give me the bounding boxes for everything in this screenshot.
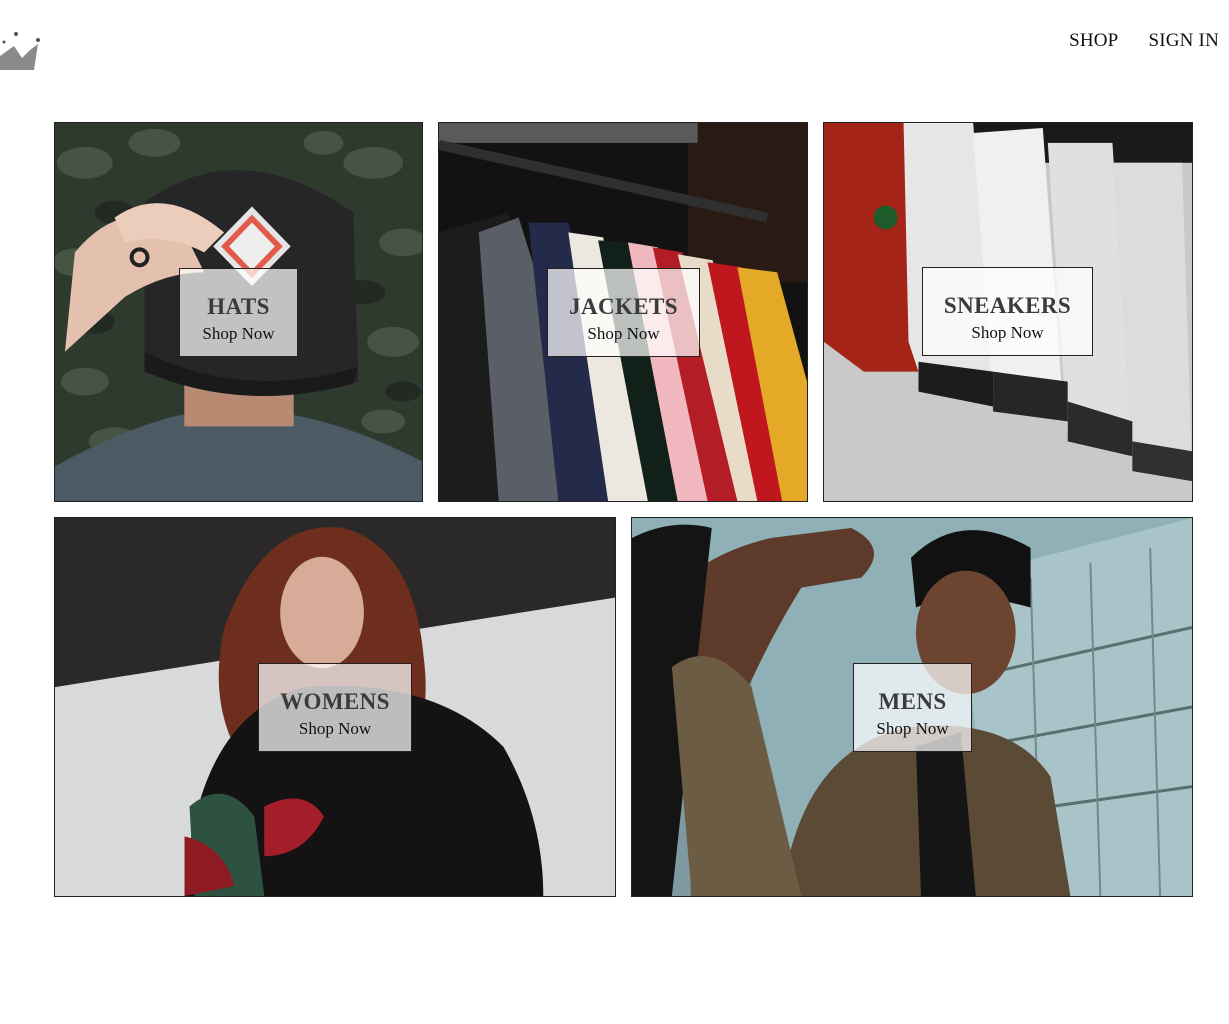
jackets-title: JACKETS (569, 294, 678, 319)
hats-shop-now[interactable]: Shop Now (180, 322, 297, 346)
nav-shop-link[interactable]: SHOP (1069, 30, 1118, 52)
mens-shop-now[interactable]: Shop Now (854, 717, 971, 741)
sneakers-label-box[interactable]: SNEAKERS Shop Now (922, 267, 1093, 356)
main-nav: SHOP SIGN IN (1069, 30, 1219, 52)
hats-title: HATS (207, 294, 270, 319)
jackets-label-box[interactable]: JACKETS Shop Now (547, 268, 700, 357)
mens-title: MENS (878, 689, 947, 714)
womens-shop-now[interactable]: Shop Now (259, 717, 411, 741)
category-tile-sneakers[interactable]: SNEAKERS Shop Now (823, 122, 1193, 502)
crown-icon[interactable] (0, 28, 44, 74)
mens-label-box[interactable]: MENS Shop Now (853, 663, 972, 752)
sneakers-shop-now[interactable]: Shop Now (923, 321, 1092, 345)
hats-label-box[interactable]: HATS Shop Now (179, 268, 298, 357)
header: SHOP SIGN IN (0, 0, 1229, 100)
category-tile-jackets[interactable]: JACKETS Shop Now (438, 122, 808, 502)
womens-title: WOMENS (280, 689, 390, 714)
nav-sign-in-link[interactable]: SIGN IN (1148, 30, 1219, 52)
womens-label-box[interactable]: WOMENS Shop Now (258, 663, 412, 752)
category-tile-hats[interactable]: HATS Shop Now (54, 122, 423, 502)
jackets-shop-now[interactable]: Shop Now (548, 322, 699, 346)
category-tile-mens[interactable]: MENS Shop Now (631, 517, 1193, 897)
sneakers-title: SNEAKERS (943, 293, 1072, 318)
category-tile-womens[interactable]: WOMENS Shop Now (54, 517, 616, 897)
